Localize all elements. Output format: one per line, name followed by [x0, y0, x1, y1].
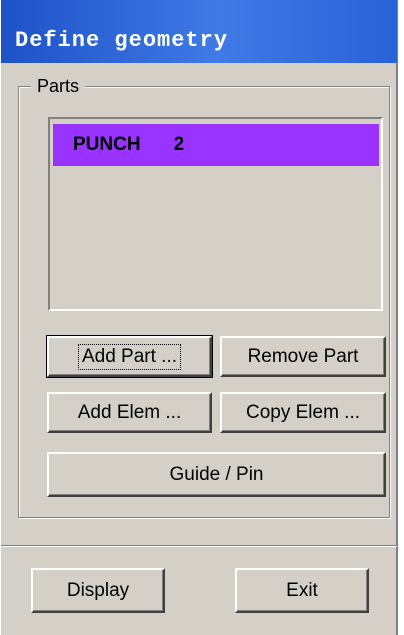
parts-legend: Parts — [31, 76, 86, 97]
define-geometry-dialog: Define geometry Parts PUNCH 2 Add Part .… — [0, 0, 398, 635]
copy-elem-label: Copy Elem ... — [245, 401, 361, 423]
add-elem-button[interactable]: Add Elem ... — [47, 392, 212, 433]
guide-pin-button[interactable]: Guide / Pin — [47, 452, 386, 497]
part-name: PUNCH — [73, 134, 141, 155]
add-part-button[interactable]: Add Part ... — [46, 335, 213, 378]
bottom-separator — [1, 545, 397, 547]
exit-label: Exit — [286, 579, 318, 601]
remove-part-button[interactable]: Remove Part — [220, 336, 386, 377]
guide-pin-label: Guide / Pin — [169, 463, 264, 485]
exit-button[interactable]: Exit — [235, 568, 369, 613]
add-part-label: Add Part ... — [77, 343, 182, 370]
display-label: Display — [66, 579, 130, 601]
display-button[interactable]: Display — [31, 568, 165, 613]
list-item[interactable]: PUNCH 2 — [53, 124, 379, 166]
window-title: Define geometry — [15, 28, 229, 53]
part-number: 2 — [173, 134, 185, 155]
title-bar[interactable]: Define geometry — [1, 0, 397, 63]
add-elem-label: Add Elem ... — [77, 401, 182, 423]
remove-part-label: Remove Part — [247, 345, 359, 367]
parts-list[interactable]: PUNCH 2 — [48, 117, 383, 311]
copy-elem-button[interactable]: Copy Elem ... — [220, 392, 386, 433]
